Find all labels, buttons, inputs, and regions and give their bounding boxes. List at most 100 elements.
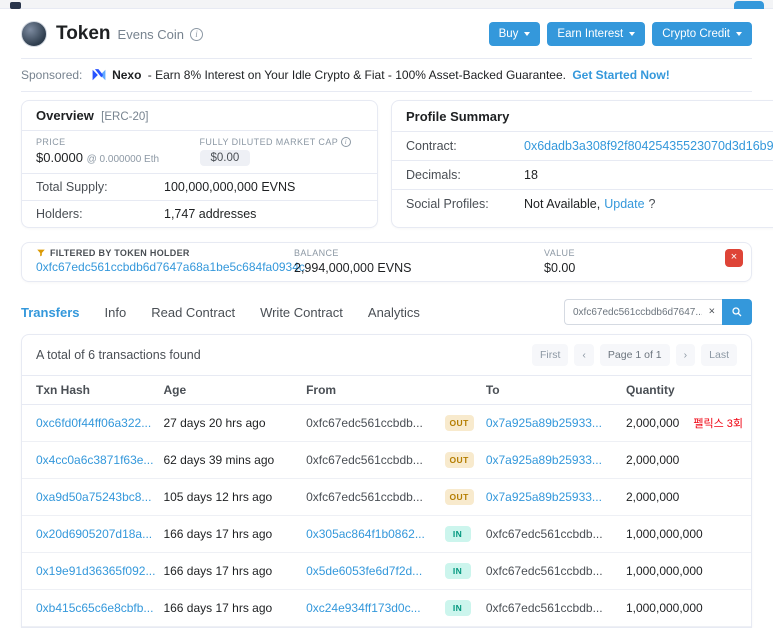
- decimals-label: Decimals:: [406, 168, 461, 182]
- from-address-link[interactable]: 0x305ac864f1b0862...: [306, 527, 425, 541]
- tab-write-contract[interactable]: Write Contract: [260, 305, 343, 320]
- profile-card-header: Profile Summary ⋮: [392, 101, 773, 132]
- clear-search-icon[interactable]: ×: [709, 306, 715, 318]
- buy-button-label: Buy: [498, 28, 519, 40]
- earn-interest-button[interactable]: Earn Interest: [547, 22, 646, 46]
- tab-analytics[interactable]: Analytics: [368, 305, 420, 320]
- token-info-icon: i: [190, 27, 204, 41]
- earn-interest-button-label: Earn Interest: [557, 28, 624, 40]
- txn-hash-link[interactable]: 0x4cc0a6c3871f63e...: [36, 453, 153, 467]
- to-address-link[interactable]: 0x7a925a89b25933...: [486, 453, 602, 467]
- from-address-link[interactable]: 0xc24e934ff173d0c...: [306, 601, 421, 615]
- overview-card-header: Overview [ERC-20]: [22, 101, 377, 131]
- sponsored-banner: Sponsored: Nexo - Earn 8% Interest on Yo…: [21, 59, 752, 91]
- contract-label: Contract:: [406, 139, 457, 153]
- contract-row: Contract: 0x6dadb3a308f92f80425435523070…: [392, 132, 773, 161]
- divider: [21, 91, 752, 92]
- to-address-link[interactable]: 0x7a925a89b25933...: [486, 416, 602, 430]
- total-supply-row: Total Supply: 100,000,000,000 EVNS: [22, 174, 377, 201]
- balance-value: 2,994,000,000 EVNS: [294, 261, 412, 275]
- clear-filter-button[interactable]: ×: [725, 249, 743, 267]
- txn-hash-link[interactable]: 0x19e91d36365f092...: [36, 564, 155, 578]
- contract-address-link[interactable]: 0x6dadb3a308f92f80425435523070d3d16b9b07…: [524, 139, 773, 153]
- search-button[interactable]: [722, 299, 752, 325]
- topbar-button-partial[interactable]: [734, 1, 764, 9]
- quantity-value: 2,000,000: [625, 453, 680, 467]
- table-row: 0xc6fd0f44ff06a322... 27 days 20 hrs ago…: [22, 404, 751, 442]
- price-eth-value: @ 0.000000 Eth: [86, 154, 160, 165]
- tab-transfers[interactable]: Transfers: [21, 305, 80, 320]
- transfers-table: Txn Hash Age From To Quantity 0xc6fd0f44…: [22, 375, 751, 627]
- pager-prev-button[interactable]: ‹: [574, 344, 594, 366]
- pager-next-button[interactable]: ›: [675, 344, 696, 366]
- tab-read-contract[interactable]: Read Contract: [151, 305, 235, 320]
- social-profiles-row: Social Profiles: Not Available, Update ?: [392, 190, 773, 218]
- social-update-link[interactable]: Update: [604, 197, 644, 211]
- from-address: 0xfc67edc561ccbdb...: [306, 453, 423, 467]
- table-row: 0x4cc0a6c3871f63e... 62 days 39 mins ago…: [22, 441, 751, 479]
- summary-cards-row: Overview [ERC-20] PRICE $0.0000 @ 0.0000…: [21, 100, 773, 228]
- column-header-age: Age: [163, 375, 307, 405]
- overview-price-section: PRICE $0.0000 @ 0.000000 Eth FULLY DILUT…: [22, 131, 377, 174]
- direction-badge: IN: [444, 600, 471, 616]
- sponsored-label: Sponsored:: [21, 68, 83, 82]
- to-address-link[interactable]: 0x7a925a89b25933...: [486, 490, 602, 504]
- tabs-and-search-row: Transfers Info Read Contract Write Contr…: [21, 299, 752, 325]
- balance-label: BALANCE: [294, 248, 339, 258]
- column-header-direction: [444, 375, 486, 405]
- to-address: 0xfc67edc561ccbdb...: [485, 601, 603, 615]
- crypto-credit-button[interactable]: Crypto Credit: [652, 22, 752, 46]
- pager-page-indicator: Page 1 of 1: [599, 344, 670, 366]
- direction-badge: OUT: [444, 489, 474, 505]
- sponsored-brand: Nexo: [112, 68, 142, 82]
- table-header-row: Txn Hash Age From To Quantity: [22, 375, 751, 405]
- overview-title: Overview: [36, 108, 94, 123]
- column-header-to: To: [485, 375, 626, 405]
- table-row: 0x19e91d36365f092... 166 days 17 hrs ago…: [22, 552, 751, 590]
- buy-button[interactable]: Buy: [488, 22, 541, 46]
- annotation-note: 펠릭스 3회: [693, 418, 743, 430]
- help-icon: ?: [648, 197, 656, 211]
- txn-hash-link[interactable]: 0xc6fd0f44ff06a322...: [36, 416, 151, 430]
- age-cell: 27 days 20 hrs ago: [163, 404, 307, 442]
- social-profiles-value: Not Available,: [524, 197, 601, 211]
- value-label: VALUE: [544, 248, 575, 258]
- profile-summary-card: Profile Summary ⋮ Contract: 0x6dadb3a308…: [391, 100, 773, 228]
- holders-row: Holders: 1,747 addresses: [22, 201, 377, 227]
- txn-hash-link[interactable]: 0x20d6905207d18a...: [36, 527, 152, 541]
- token-page-header: Token Evens Coin i Buy Earn Interest Cry…: [21, 9, 752, 58]
- filter-label: FILTERED BY TOKEN HOLDER: [50, 248, 190, 258]
- column-header-txn-hash: Txn Hash: [22, 375, 164, 405]
- pager-last-button[interactable]: Last: [701, 344, 737, 366]
- decimals-row: Decimals: 18: [392, 161, 773, 190]
- txn-hash-link[interactable]: 0xb415c65c6e8cbfb...: [36, 601, 153, 615]
- filtered-holder-address-link[interactable]: 0xfc67edc561ccbdb6d7647a68a1be5c684fa093…: [36, 260, 305, 274]
- profile-summary-title: Profile Summary: [406, 108, 510, 124]
- column-header-quantity: Quantity: [625, 375, 751, 405]
- age-cell: 166 days 17 hrs ago: [163, 589, 307, 627]
- from-address: 0xfc67edc561ccbdb...: [306, 490, 423, 504]
- age-cell: 105 days 12 hrs ago: [163, 478, 307, 516]
- address-search-input[interactable]: [564, 299, 722, 325]
- from-address-link[interactable]: 0x5de6053fe6d7f2d...: [306, 564, 422, 578]
- age-cell: 166 days 17 hrs ago: [163, 515, 307, 553]
- decimals-value: 18: [524, 168, 538, 182]
- erc20-tag: [ERC-20]: [101, 111, 149, 123]
- table-row: 0x20d6905207d18a... 166 days 17 hrs ago …: [22, 515, 751, 553]
- tab-info[interactable]: Info: [105, 305, 127, 320]
- pager-first-button[interactable]: First: [532, 344, 569, 366]
- funnel-icon: [37, 249, 45, 257]
- direction-badge: OUT: [444, 415, 474, 431]
- sponsored-cta-link[interactable]: Get Started Now!: [572, 68, 669, 82]
- quantity-value: 2,000,000: [625, 490, 680, 504]
- quantity-value: 1,000,000,000: [625, 527, 703, 541]
- transfers-card: A total of 6 transactions found First ‹ …: [21, 334, 752, 628]
- social-profiles-label: Social Profiles:: [406, 197, 489, 211]
- transfers-card-header: A total of 6 transactions found First ‹ …: [22, 335, 751, 375]
- chevron-down-icon: [524, 32, 531, 36]
- to-address: 0xfc67edc561ccbdb...: [485, 564, 603, 578]
- token-name: Evens Coin: [117, 26, 185, 42]
- txn-hash-link[interactable]: 0xa9d50a75243bc8...: [36, 490, 151, 504]
- search-icon: [732, 307, 742, 317]
- total-supply-value: 100,000,000,000 EVNS: [164, 180, 296, 194]
